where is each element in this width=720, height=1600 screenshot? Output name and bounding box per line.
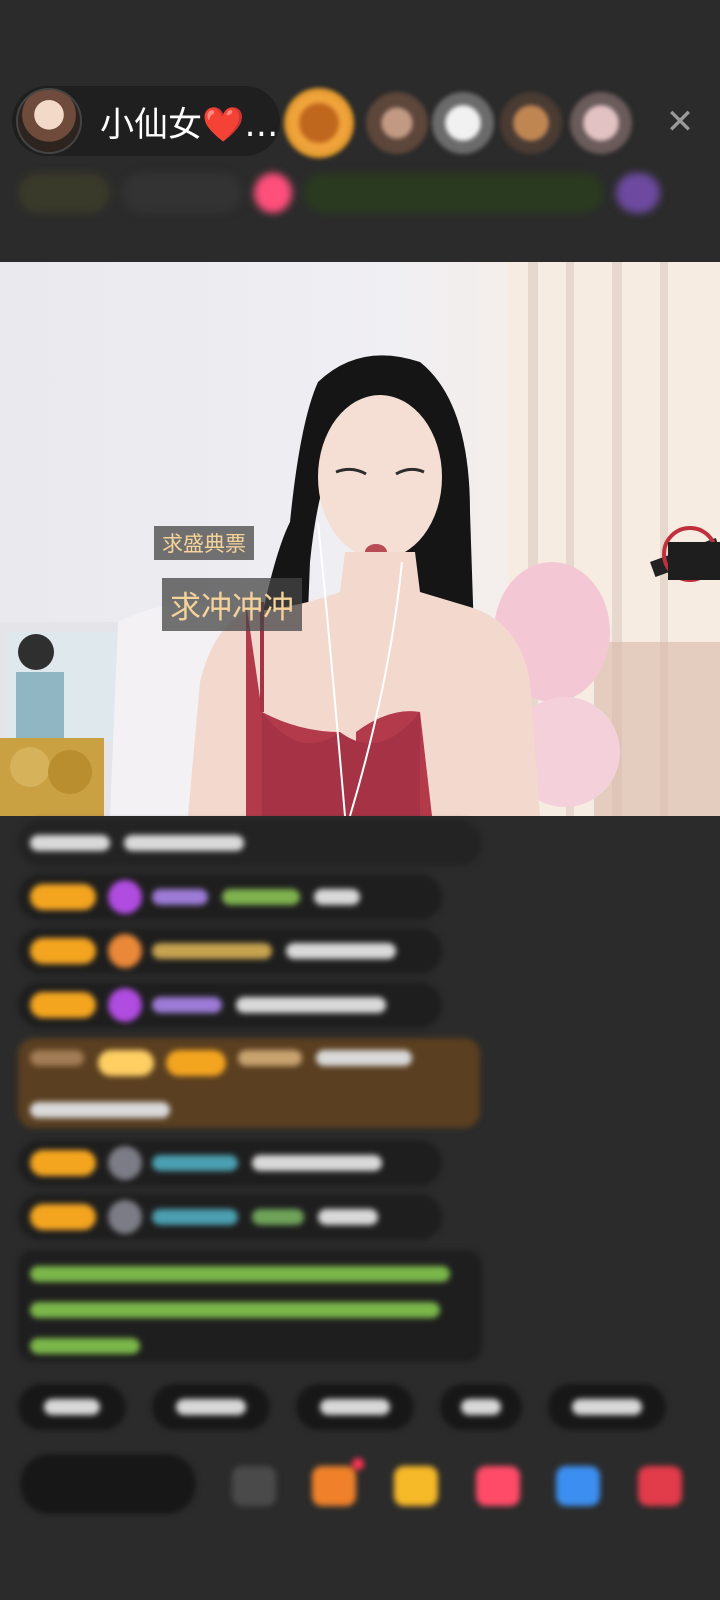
chat-message-highlight[interactable] — [18, 1038, 480, 1128]
shop-icon[interactable] — [394, 1466, 438, 1506]
chat-input[interactable] — [20, 1454, 196, 1514]
shield-icon — [108, 1146, 142, 1180]
notification-dot — [352, 1458, 364, 1470]
level-badge — [30, 884, 96, 910]
promo-chip[interactable] — [304, 173, 604, 213]
viewer-avatar-1[interactable] — [288, 92, 350, 154]
quick-reply-button[interactable] — [18, 1384, 126, 1430]
chat-message[interactable] — [18, 820, 482, 866]
viewer-avatar-4[interactable] — [500, 92, 562, 154]
heart-chip[interactable] — [254, 173, 292, 213]
chat-message[interactable] — [18, 928, 442, 974]
bottom-toolbar — [20, 1454, 720, 1524]
video-caption-1: 求盛典票 — [154, 526, 254, 560]
shield-icon — [108, 1200, 142, 1234]
rank-chip[interactable] — [18, 173, 110, 213]
gem-icon — [108, 880, 142, 914]
chat-message[interactable] — [18, 1140, 442, 1186]
gift-icon[interactable] — [638, 1466, 682, 1506]
quick-reply-button[interactable] — [296, 1384, 414, 1430]
game-icon[interactable] — [556, 1466, 600, 1506]
gem-icon — [108, 988, 142, 1022]
level-badge — [30, 992, 96, 1018]
video-frame — [0, 262, 720, 816]
level-badge — [30, 1150, 96, 1176]
emoji-icon[interactable] — [232, 1466, 276, 1506]
quick-reply-button[interactable] — [548, 1384, 666, 1430]
close-icon[interactable]: ✕ — [662, 104, 698, 140]
chat-message[interactable] — [18, 874, 442, 920]
host-name: 小仙女❤️… — [100, 104, 279, 145]
emoji-chip[interactable] — [616, 173, 660, 213]
cup-icon — [108, 934, 142, 968]
level-badge — [30, 1204, 96, 1230]
chat-message[interactable] — [18, 1194, 442, 1240]
stream-info-row — [18, 168, 690, 218]
host-info-pill[interactable]: 小仙女❤️… — [12, 86, 280, 156]
video-caption-2: 求冲冲冲 — [162, 578, 302, 631]
quick-reply-button[interactable] — [440, 1384, 522, 1430]
live-video[interactable]: 求盛典票 求冲冲冲 — [0, 262, 720, 816]
chat-system-message — [18, 1250, 482, 1362]
viewer-avatar-5[interactable] — [570, 92, 632, 154]
gift-chip[interactable] — [122, 173, 242, 213]
lips-icon[interactable] — [476, 1466, 520, 1506]
chat-message[interactable] — [18, 982, 442, 1028]
level-badge — [30, 938, 96, 964]
viewer-avatar-2[interactable] — [366, 92, 428, 154]
gift-box-icon[interactable] — [312, 1466, 356, 1506]
quick-reply-button[interactable] — [152, 1384, 270, 1430]
viewer-avatar-3[interactable] — [432, 92, 494, 154]
host-avatar[interactable] — [16, 88, 82, 154]
quick-replies — [18, 1384, 666, 1430]
